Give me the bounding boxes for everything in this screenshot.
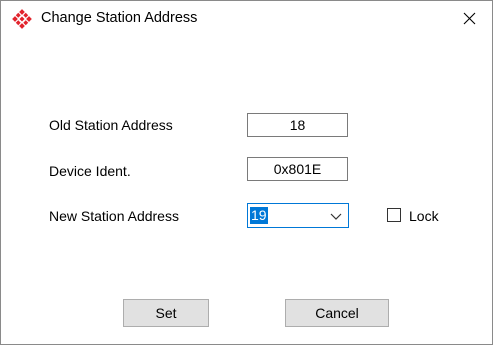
close-icon (463, 12, 475, 24)
old-station-address-label: Old Station Address (49, 117, 173, 133)
device-ident-label: Device Ident. (49, 163, 131, 179)
chevron-down-icon[interactable] (330, 211, 342, 221)
title-bar: Change Station Address (1, 1, 492, 35)
new-station-address-combobox[interactable]: 19 (247, 203, 349, 228)
set-button[interactable]: Set (123, 299, 209, 327)
new-station-address-value[interactable]: 19 (250, 207, 268, 224)
close-button[interactable] (446, 1, 492, 35)
pattern-logo-icon (12, 9, 32, 29)
cancel-button[interactable]: Cancel (285, 299, 389, 327)
lock-label[interactable]: Lock (409, 208, 439, 224)
lock-checkbox[interactable] (387, 208, 401, 222)
device-ident-field: 0x801E (247, 157, 348, 181)
change-station-address-dialog: Change Station Address Old Station Addre… (0, 0, 493, 345)
old-station-address-field: 18 (247, 113, 348, 137)
new-station-address-label: New Station Address (49, 208, 179, 224)
dialog-title: Change Station Address (41, 10, 198, 26)
